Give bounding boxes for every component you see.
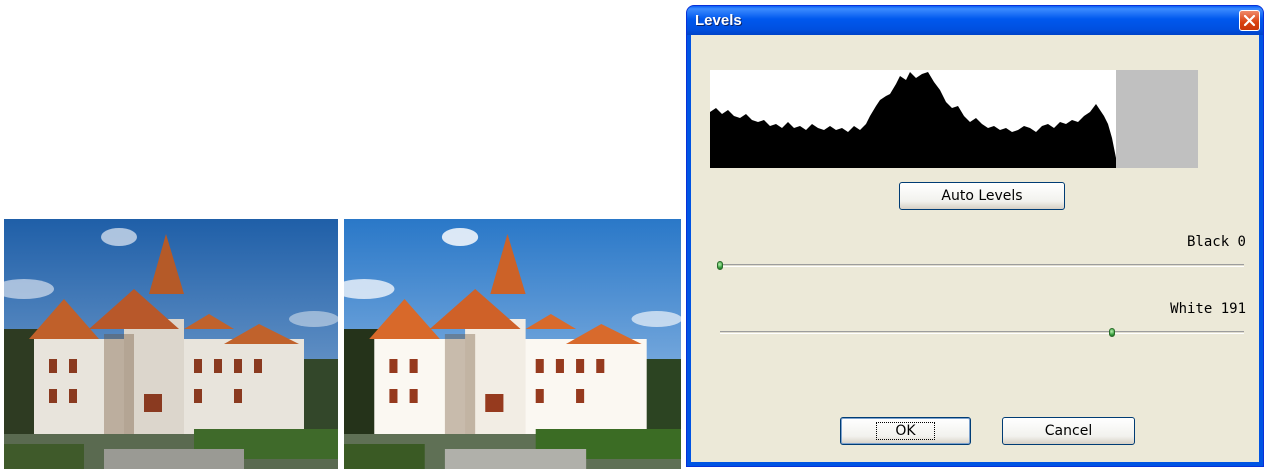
white-slider-thumb[interactable] [1109,328,1116,337]
close-button[interactable] [1239,10,1260,31]
dialog-body: Auto Levels Black 0 White 191 OK Cancel [691,35,1259,462]
ok-label: OK [876,422,935,440]
adjusted-image [344,219,681,469]
histogram-clipped-region [1116,70,1198,168]
auto-levels-label: Auto Levels [941,188,1023,204]
close-icon [1243,14,1256,27]
dialog-title: Levels [695,12,742,29]
black-level-label: Black 0 [1186,234,1246,250]
black-slider-track[interactable] [720,264,1244,267]
white-slider-track[interactable] [720,331,1244,334]
levels-dialog: Levels Auto Levels Black 0 White 191 OK [686,5,1264,467]
cancel-button[interactable]: Cancel [1002,417,1135,445]
original-image [4,219,338,469]
auto-levels-button[interactable]: Auto Levels [899,182,1065,210]
title-bar[interactable]: Levels [687,6,1263,35]
histogram [710,70,1198,168]
black-slider-thumb[interactable] [717,261,723,270]
ok-button[interactable]: OK [840,417,971,445]
cancel-label: Cancel [1044,423,1093,439]
white-level-label: White 191 [1170,301,1246,317]
